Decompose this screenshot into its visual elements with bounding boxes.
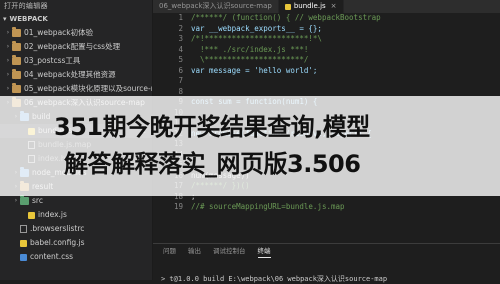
line-number: 2 bbox=[178, 23, 183, 33]
chevron-right-icon: › bbox=[6, 85, 10, 92]
panel-tabs: 问题 输出 调试控制台 终端 bbox=[153, 244, 500, 258]
close-icon[interactable]: × bbox=[331, 0, 337, 13]
tree-item-label: 01_webpack初体验 bbox=[24, 28, 94, 37]
line-number: 5 bbox=[178, 55, 183, 64]
code-line[interactable]: 1 /******/ (function() { // webpackBootst… bbox=[153, 13, 500, 24]
code-line[interactable]: 6 var message = 'hello world'; bbox=[153, 66, 500, 77]
code-line[interactable]: 2 var __webpack_exports__ = {}; bbox=[153, 24, 500, 35]
tab-folder[interactable]: 06_webpack深入认识source-map bbox=[153, 0, 279, 13]
code-text: \**********************/ bbox=[191, 55, 309, 64]
chevron-right-icon: › bbox=[6, 71, 10, 78]
tab-debug-console[interactable]: 调试控制台 bbox=[213, 244, 246, 258]
js-file-icon bbox=[28, 211, 35, 219]
tree-item[interactable]: index.js bbox=[0, 208, 152, 222]
tab-bundle-js[interactable]: bundle.js × bbox=[278, 0, 344, 13]
bottom-panel: 问题 输出 调试控制台 终端 > t@1.0.0 build E:\webpac… bbox=[153, 243, 500, 284]
folder-icon bbox=[12, 83, 21, 93]
tree-item[interactable]: content.css bbox=[0, 250, 152, 264]
tab-problems[interactable]: 问题 bbox=[163, 244, 176, 258]
chevron-right-icon: › bbox=[6, 29, 10, 36]
code-text: /******/ (function() { // webpackBootstr… bbox=[191, 13, 381, 22]
folder-icon bbox=[12, 55, 21, 65]
code-line[interactable]: 3 /*!***********************!*\ bbox=[153, 34, 500, 45]
code-line[interactable]: 5 \**********************/ bbox=[153, 55, 500, 66]
js-file-icon bbox=[284, 3, 291, 10]
tree-item[interactable]: › 02_webpack配置与css处理 bbox=[0, 40, 152, 54]
line-number: 1 bbox=[178, 13, 183, 22]
workspace-label: WEBPACK bbox=[9, 15, 48, 23]
line-number: 19 bbox=[173, 202, 183, 211]
workspace-section[interactable]: ▾ WEBPACK bbox=[0, 13, 152, 26]
tree-item-label: index.js bbox=[38, 210, 67, 219]
tab-label: 06_webpack深入认识source-map bbox=[159, 2, 272, 10]
tree-item-label: 04_webpack处理其他资源 bbox=[24, 70, 116, 79]
editor-tabs: 06_webpack深入认识source-map bundle.js × bbox=[153, 0, 500, 13]
tab-label: bundle.js bbox=[293, 2, 326, 10]
tree-item-label: 02_webpack配置与css处理 bbox=[24, 42, 121, 51]
code-text: //# sourceMappingURL=bundle.js.map bbox=[191, 202, 345, 211]
tree-item-label: src bbox=[32, 196, 43, 205]
folder-icon bbox=[12, 27, 21, 37]
tree-item-label: content.css bbox=[30, 252, 74, 261]
tree-item[interactable]: › 05_webpack模块化原理以及source-map bbox=[0, 82, 152, 96]
code-text: var __webpack_exports__ = {}; bbox=[191, 23, 322, 33]
code-line[interactable]: 19 //# sourceMappingURL=bundle.js.map bbox=[153, 202, 500, 213]
tab-output[interactable]: 输出 bbox=[188, 244, 201, 258]
folder-icon bbox=[12, 41, 21, 51]
line-number: 7 bbox=[178, 76, 183, 85]
tree-item-label: 03_postcss工具 bbox=[24, 56, 81, 65]
chevron-right-icon: › bbox=[6, 43, 10, 50]
css-file-icon bbox=[20, 253, 27, 261]
code-text: !*** ./src/index.js ***! bbox=[191, 44, 309, 54]
tree-item[interactable]: babel.config.js bbox=[0, 236, 152, 250]
tree-item[interactable]: › 03_postcss工具 bbox=[0, 54, 152, 68]
tree-item[interactable]: › src bbox=[0, 194, 152, 208]
line-number: 4 bbox=[178, 44, 183, 54]
code-text: /*!***********************!*\ bbox=[191, 34, 322, 43]
code-line[interactable]: 7 bbox=[153, 76, 500, 87]
tree-item[interactable]: .browserslistrc bbox=[0, 222, 152, 236]
overlay-headline-2: 解答解释落实_网页版3.506 bbox=[64, 150, 361, 178]
tree-item-label: 05_webpack模块化原理以及source-map bbox=[24, 84, 152, 93]
tree-item[interactable]: › 04_webpack处理其他资源 bbox=[0, 68, 152, 82]
code-text: var message = 'hello world'; bbox=[191, 65, 318, 75]
code-line[interactable]: 4 !*** ./src/index.js ***! bbox=[153, 45, 500, 56]
line-number: 6 bbox=[178, 65, 183, 75]
terminal-output[interactable]: > t@1.0.0 build E:\webpack\06 webpack深入认… bbox=[153, 274, 500, 284]
folder-icon bbox=[20, 195, 29, 205]
tab-terminal[interactable]: 终端 bbox=[257, 244, 271, 258]
chevron-right-icon: › bbox=[14, 197, 18, 204]
folder-icon bbox=[12, 69, 21, 79]
chevron-right-icon: › bbox=[6, 57, 10, 64]
tree-item-label: babel.config.js bbox=[30, 238, 85, 247]
chevron-down-icon: ▾ bbox=[3, 15, 7, 23]
file-icon bbox=[20, 225, 27, 233]
tree-item-label: .browserslistrc bbox=[30, 224, 85, 233]
js-file-icon bbox=[20, 239, 27, 247]
line-number: 3 bbox=[178, 34, 183, 43]
open-editors-header[interactable]: 打开的编辑器 bbox=[0, 0, 152, 13]
overlay-headline-1: 351期今晚开奖结果查询,模型 bbox=[54, 113, 370, 141]
tree-item[interactable]: › 01_webpack初体验 bbox=[0, 26, 152, 40]
